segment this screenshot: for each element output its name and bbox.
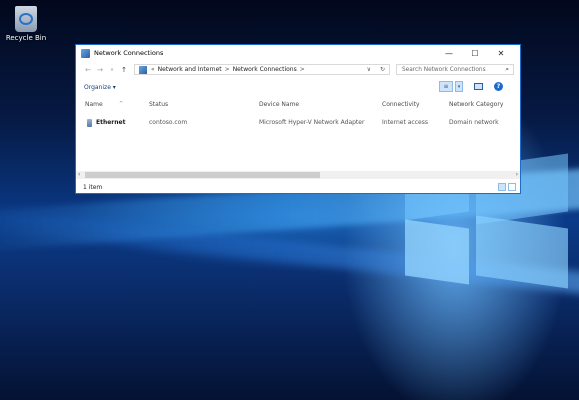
minimize-button[interactable]: —: [436, 45, 462, 61]
view-dropdown-icon[interactable]: ▾: [455, 81, 463, 92]
organize-button[interactable]: Organize ▾: [84, 84, 116, 91]
scroll-left-icon[interactable]: ‹: [78, 171, 80, 178]
control-panel-icon: [139, 65, 147, 74]
connections-list: ^ Name Status Device Name Connectivity N…: [76, 95, 520, 165]
refresh-icon[interactable]: ↻: [380, 66, 385, 73]
breadcrumb-separator[interactable]: >: [300, 66, 305, 73]
address-box[interactable]: « Network and Internet > Network Connect…: [134, 64, 390, 75]
title-bar[interactable]: Network Connections — ☐ ✕: [76, 45, 520, 61]
network-connections-window: Network Connections — ☐ ✕ ← → ∨ ↑ « Netw…: [75, 44, 521, 194]
recent-locations-chevron-icon[interactable]: ∨: [106, 67, 118, 73]
column-header-device-name[interactable]: Device Name: [259, 101, 299, 108]
windows-logo-pane: [405, 219, 469, 285]
scroll-right-icon[interactable]: ›: [516, 171, 518, 178]
preview-pane-icon[interactable]: [474, 83, 483, 90]
breadcrumb-network-and-internet[interactable]: Network and Internet: [158, 66, 222, 73]
recycle-bin-shortcut[interactable]: Recycle Bin: [4, 6, 48, 42]
help-icon[interactable]: ?: [494, 82, 503, 91]
recycle-bin-label: Recycle Bin: [5, 34, 47, 42]
maximize-button[interactable]: ☐: [462, 45, 488, 61]
windows-logo-pane: [476, 215, 568, 289]
horizontal-scrollbar[interactable]: ‹ ›: [76, 171, 520, 179]
column-header-connectivity[interactable]: Connectivity: [382, 101, 420, 108]
row-network-category: Domain network: [449, 119, 499, 126]
change-view-icon[interactable]: ≡: [439, 81, 453, 92]
window-title: Network Connections: [94, 49, 164, 57]
breadcrumb-network-connections[interactable]: Network Connections: [233, 66, 297, 73]
search-input[interactable]: Search Network Connections ⌕: [396, 64, 514, 75]
column-header-status[interactable]: Status: [149, 101, 168, 108]
search-placeholder: Search Network Connections: [402, 66, 486, 73]
up-button[interactable]: ↑: [118, 66, 130, 74]
row-connectivity: Internet access: [382, 119, 428, 126]
forward-button[interactable]: →: [94, 66, 106, 74]
ethernet-adapter-icon: [87, 119, 92, 127]
table-row[interactable]: Ethernet contoso.com Microsoft Hyper-V N…: [76, 119, 520, 131]
scrollbar-thumb[interactable]: [85, 172, 320, 178]
network-folder-icon: [81, 48, 90, 58]
address-bar: ← → ∨ ↑ « Network and Internet > Network…: [76, 61, 520, 79]
address-overflow[interactable]: «: [151, 66, 155, 73]
tiles-view-icon[interactable]: [508, 183, 516, 191]
breadcrumb-separator[interactable]: >: [225, 66, 230, 73]
command-bar: Organize ▾ ≡ ▾ ?: [76, 79, 520, 95]
row-name: Ethernet: [96, 119, 126, 126]
details-view-icon[interactable]: [498, 183, 506, 191]
close-button[interactable]: ✕: [488, 45, 514, 61]
row-device-name: Microsoft Hyper-V Network Adapter: [259, 119, 365, 126]
status-bar: 1 item: [76, 181, 520, 193]
sort-ascending-icon: ^: [119, 101, 124, 107]
column-header-network-category[interactable]: Network Category: [449, 101, 503, 108]
address-dropdown-icon[interactable]: ∨: [367, 66, 371, 73]
row-status: contoso.com: [149, 119, 188, 126]
back-button[interactable]: ←: [82, 66, 94, 74]
item-count: 1 item: [83, 183, 103, 191]
recycle-bin-icon: [15, 6, 37, 32]
column-header-name[interactable]: ^ Name: [85, 101, 123, 108]
search-icon[interactable]: ⌕: [505, 65, 509, 74]
